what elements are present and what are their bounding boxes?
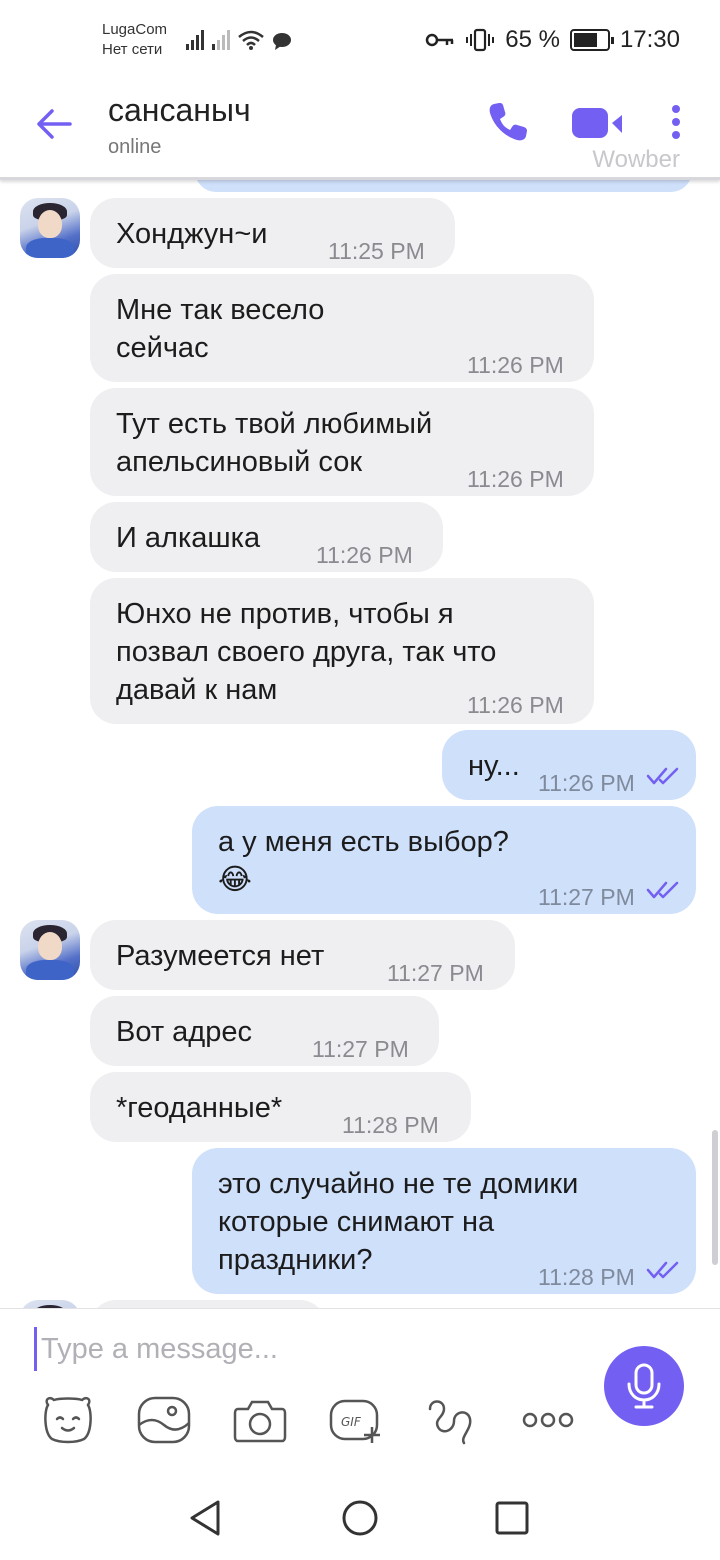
watermark: Wowber — [592, 146, 680, 173]
message-time: 11:26 PM — [467, 692, 564, 718]
message-bubble[interactable]: Тут есть твой любимый апельсиновый сок 1… — [90, 388, 594, 496]
video-call-icon[interactable] — [572, 104, 628, 144]
status-right: 65 % 17:30 — [425, 26, 680, 54]
read-receipt-icon — [646, 1261, 679, 1279]
gif-icon[interactable]: GIF — [328, 1395, 384, 1445]
message-time: 11:26 PM — [467, 466, 564, 492]
message-text: Хонджун~и — [116, 218, 268, 250]
message-bubble[interactable]: Вот адрес 11:27 PM — [90, 996, 439, 1066]
battery-percent: 65 % — [505, 26, 560, 53]
message-time: 11:26 PM — [467, 352, 564, 378]
vibrate-icon — [466, 28, 495, 52]
wifi-icon — [238, 30, 264, 50]
message-bubble[interactable]: *геоданные* 11:28 PM — [90, 1072, 471, 1142]
carrier-info: LugaCom Нет сети — [102, 20, 167, 60]
more-options-icon[interactable] — [520, 1395, 576, 1445]
message-time: 11:28 PM — [342, 1112, 439, 1138]
message-time: 11:28 PM — [538, 1264, 635, 1290]
message-bubble[interactable]: Юнхо не против, чтобы я позвал своего др… — [90, 578, 594, 724]
svg-text:GIF: GIF — [341, 1415, 362, 1429]
message-time: 11:27 PM — [387, 960, 484, 986]
nav-back-icon[interactable] — [186, 1498, 226, 1538]
read-receipt-icon — [646, 767, 679, 785]
message-text: а у меня есть выбор? 😂 — [218, 823, 509, 899]
key-icon — [425, 33, 454, 47]
sticker-icon[interactable] — [40, 1395, 96, 1445]
signal-strength-icon — [186, 28, 204, 50]
signal-no-service-icon — [212, 28, 230, 50]
more-menu-icon[interactable] — [668, 104, 684, 148]
nav-recents-icon[interactable] — [492, 1498, 532, 1538]
message-time: 11:25 PM — [328, 238, 425, 264]
clock: 17:30 — [619, 26, 680, 53]
status-bar: LugaCom Нет сети 65 % 17:30 — [0, 0, 720, 70]
chat-header: сансаныч online Wowber — [0, 70, 720, 180]
message-text: Мне так весело сейчас — [116, 294, 325, 364]
message-text: ну... — [468, 750, 520, 782]
message-text: Вот адрес — [116, 1016, 252, 1048]
message-bubble[interactable]: а у меня есть выбор? 😂 11:27 PM — [192, 806, 696, 914]
message-text: И алкашка — [116, 522, 261, 554]
message-bubble[interactable]: Мне так весело сейчас 11:26 PM — [90, 274, 594, 382]
chat-notification-icon — [273, 33, 291, 50]
call-icon[interactable] — [486, 100, 530, 144]
message-text: это случайно не те домики которые снимаю… — [218, 1168, 579, 1276]
message-time: 11:26 PM — [316, 542, 413, 568]
signal-icons — [186, 28, 292, 50]
message-bubble[interactable]: это случайно не те домики которые снимаю… — [192, 1148, 696, 1294]
carrier-name: LugaCom — [102, 21, 168, 38]
contact-name[interactable]: сансаныч — [108, 92, 251, 129]
message-time: 11:26 PM — [538, 770, 635, 796]
read-receipt-icon — [646, 881, 679, 899]
contact-status: online — [108, 136, 162, 158]
message-text: *геоданные* — [116, 1092, 283, 1124]
message-time: 11:27 PM — [312, 1036, 409, 1062]
message-bubble[interactable]: ну... 11:26 PM — [442, 730, 696, 800]
message-bubble[interactable]: Разумеется нет 11:27 PM — [90, 920, 515, 990]
message-text: Разумеется нет — [116, 940, 325, 972]
doodle-icon[interactable] — [424, 1395, 480, 1445]
message-composer: GIF — [0, 1308, 720, 1480]
message-list[interactable]: Хонджун~и 11:25 PM Мне так весело сейчас… — [0, 180, 720, 1308]
message-text: Юнхо не против, чтобы я позвал своего др… — [116, 598, 497, 706]
message-bubble[interactable]: Хонджун~и 11:25 PM — [90, 198, 455, 268]
message-input[interactable] — [34, 1327, 574, 1371]
network-status: Нет сети — [102, 41, 163, 58]
voice-message-button[interactable] — [604, 1346, 684, 1426]
microphone-icon — [627, 1363, 661, 1409]
back-arrow-icon[interactable] — [34, 104, 74, 144]
laughing-emoji: 😂 — [218, 864, 252, 896]
contact-avatar[interactable] — [20, 920, 80, 980]
system-navigation-bar — [0, 1480, 720, 1560]
message-text: Тут есть твой любимый апельсиновый сок — [116, 408, 433, 478]
scrollbar[interactable] — [712, 1130, 718, 1265]
message-time: 11:27 PM — [538, 884, 635, 910]
camera-icon[interactable] — [232, 1395, 288, 1445]
gallery-icon[interactable] — [136, 1395, 192, 1445]
previous-message-bubble — [195, 180, 692, 192]
nav-home-icon[interactable] — [340, 1498, 380, 1538]
battery-icon — [569, 29, 614, 51]
message-bubble[interactable] — [90, 1300, 326, 1308]
contact-avatar[interactable] — [20, 1300, 80, 1308]
message-bubble[interactable]: И алкашка 11:26 PM — [90, 502, 443, 572]
contact-avatar[interactable] — [20, 198, 80, 258]
